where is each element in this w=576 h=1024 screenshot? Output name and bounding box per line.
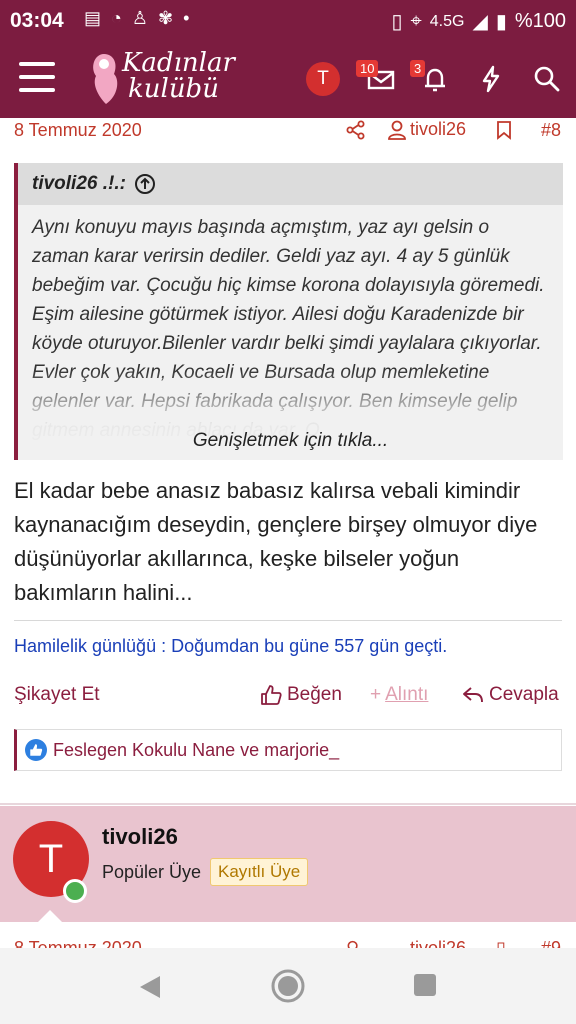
- arrow-up-circle-icon[interactable]: [134, 173, 156, 195]
- logo-text: Kadınlar kulübü: [122, 50, 235, 102]
- quote-block: tivoli26 .!.: Aynı konuyu mayıs başında …: [14, 163, 563, 460]
- reply-icon: [463, 687, 483, 703]
- back-icon[interactable]: [138, 974, 162, 1000]
- logo-line-1: Kadınlar: [122, 48, 235, 78]
- status-bar: 03:04 ▤ ◔ ♙ ✾ • ▯ ⌖ 4.5G ◢ ▮ %100: [0, 0, 576, 40]
- share-icon[interactable]: [346, 120, 366, 140]
- logo-line-2: kulübü: [128, 74, 219, 104]
- post-number[interactable]: #8: [541, 120, 561, 141]
- dot-icon: •: [183, 8, 190, 28]
- news-icon: ▤: [84, 8, 102, 28]
- reply-button[interactable]: Cevapla: [462, 684, 559, 706]
- status-time: 03:04: [10, 9, 64, 32]
- account-avatar[interactable]: T: [306, 62, 340, 96]
- likes-bar[interactable]: Feslegen Kokulu Nane ve marjorie_: [14, 729, 562, 771]
- quote-author: tivoli26 .!.:: [32, 173, 126, 194]
- signature-divider: [14, 620, 562, 621]
- system-nav-bar: [0, 948, 576, 1024]
- likes-text[interactable]: Feslegen Kokulu Nane ve marjorie_: [53, 740, 339, 761]
- post-actions: Şikayet Et Beğen + Alıntı Cevapla: [0, 680, 576, 710]
- home-icon[interactable]: [270, 968, 306, 1004]
- post-separator: [0, 803, 576, 805]
- battery-icon: ▮: [495, 11, 507, 33]
- quote-expand-link[interactable]: Genişletmek için tıkla...: [18, 430, 563, 452]
- menu-icon[interactable]: [19, 62, 55, 92]
- thumbs-up-icon: [261, 685, 282, 705]
- site-logo[interactable]: Kadınlar kulübü: [84, 46, 244, 110]
- flower-icon: ✾: [158, 8, 174, 28]
- person-icon: ♙: [131, 8, 149, 28]
- quote-label: Alıntı: [385, 684, 429, 705]
- reply-label: Cevapla: [489, 684, 559, 705]
- author-badge: Kayıtlı Üye: [210, 858, 309, 886]
- like-button[interactable]: Beğen: [260, 684, 342, 706]
- author-name[interactable]: tivoli26: [102, 824, 178, 850]
- status-right: ▯ ⌖ 4.5G ◢ ▮ %100: [391, 9, 566, 34]
- alerts-badge: 3: [410, 60, 426, 77]
- alert-icon: ◔: [111, 8, 122, 28]
- inbox-badge: 10: [356, 60, 379, 77]
- post-date[interactable]: 8 Temmuz 2020: [14, 120, 142, 141]
- recent-apps-icon[interactable]: [414, 974, 436, 996]
- post-author-name: tivoli26: [410, 119, 467, 139]
- network-type: 4.5G: [429, 12, 465, 30]
- signal-icon: ◢: [472, 11, 488, 33]
- author-title: Popüler Üye: [102, 862, 202, 882]
- card-notch: [38, 910, 62, 922]
- search-icon[interactable]: [532, 64, 562, 94]
- logo-mark-icon: [93, 54, 118, 104]
- vibrate-icon: ▯: [391, 11, 403, 33]
- post-body: El kadar bebe anasız babasız kalırsa veb…: [14, 478, 538, 605]
- app-bar: Kadınlar kulübü T 10 3: [0, 40, 576, 118]
- quote-header[interactable]: tivoli26 .!.:: [18, 163, 563, 205]
- post-meta: 8 Temmuz 2020 tivoli26 #8: [0, 116, 576, 144]
- location-icon: ⌖: [410, 10, 422, 32]
- bookmark-icon[interactable]: [496, 120, 512, 140]
- author-card: T tivoli26 Popüler Üye Kayıtlı Üye: [0, 806, 576, 922]
- report-button[interactable]: Şikayet Et: [14, 684, 100, 706]
- battery-level: %100: [514, 10, 566, 32]
- signature-text: Hamilelik günlüğü : Doğumdan bu güne 557…: [14, 636, 448, 656]
- user-icon: [388, 120, 406, 140]
- like-count-icon: [25, 739, 47, 761]
- like-label: Beğen: [287, 684, 342, 705]
- quote-button[interactable]: + Alıntı: [370, 684, 428, 706]
- notification-icons: ▤ ◔ ♙ ✾ •: [84, 8, 189, 29]
- plus-icon: +: [370, 684, 382, 705]
- online-status-icon: [63, 879, 87, 903]
- post-author-link[interactable]: tivoli26: [388, 119, 466, 140]
- lightning-icon[interactable]: [476, 64, 506, 94]
